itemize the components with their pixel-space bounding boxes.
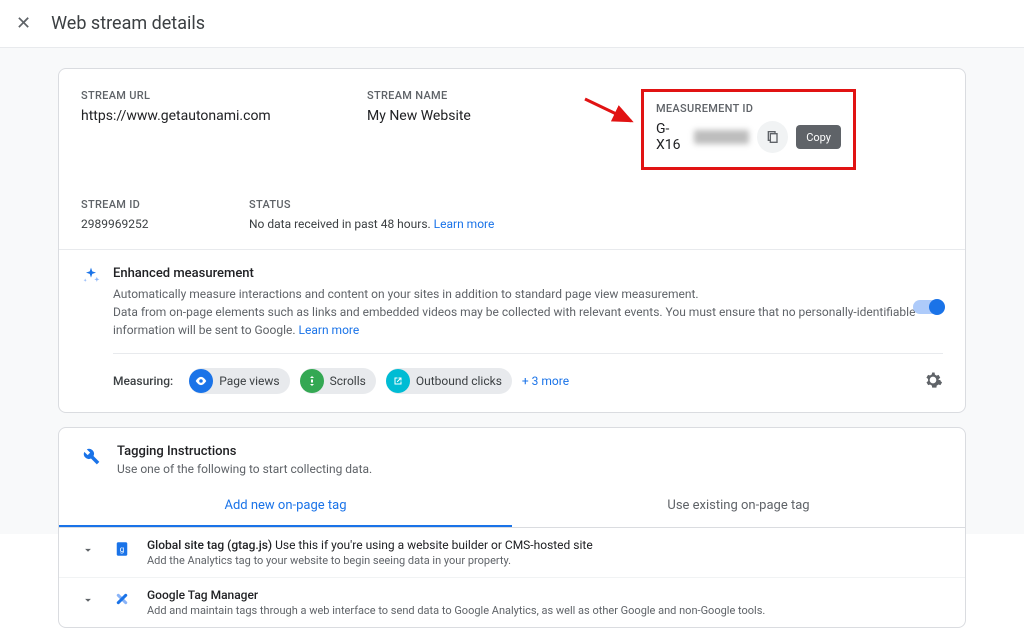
tab-use-existing[interactable]: Use existing on-page tag — [512, 486, 965, 527]
tag-item-gtag[interactable]: g Global site tag (gtag.js) Use this if … — [59, 528, 965, 578]
gear-icon[interactable] — [923, 370, 943, 394]
svg-text:g: g — [120, 545, 125, 555]
enhanced-desc-2: Data from on-page elements such as links… — [113, 305, 915, 337]
tab-add-new[interactable]: Add new on-page tag — [59, 486, 512, 527]
measuring-more-link[interactable]: + 3 more — [522, 374, 569, 388]
copy-icon-button[interactable] — [757, 121, 788, 153]
enhanced-title: Enhanced measurement — [113, 266, 943, 281]
tag-gtag-desc: Add the Analytics tag to your website to… — [147, 554, 943, 567]
chip-page-views-label: Page views — [219, 374, 279, 388]
tag-gtm-desc: Add and maintain tags through a web inte… — [147, 604, 943, 617]
gtag-icon: g — [113, 540, 133, 560]
wrench-icon — [81, 446, 101, 476]
copy-button[interactable]: Copy — [796, 125, 841, 149]
outbound-icon — [386, 369, 410, 393]
tagging-title: Tagging Instructions — [117, 444, 372, 459]
enhanced-desc-1: Automatically measure interactions and c… — [113, 287, 699, 301]
sparkle-icon — [81, 266, 101, 286]
tagging-subtitle: Use one of the following to start collec… — [117, 462, 372, 476]
measuring-row: Measuring: Page views Scrolls Outbound c… — [113, 368, 943, 394]
status-learn-more-link[interactable]: Learn more — [434, 217, 495, 231]
annotation-arrow-icon — [581, 95, 639, 131]
chevron-down-icon[interactable] — [81, 592, 95, 611]
measurement-id-value: G-X16 — [656, 121, 693, 153]
stream-id-value: 2989969252 — [81, 217, 249, 231]
gtm-icon — [113, 590, 133, 610]
enhanced-measurement-section: Enhanced measurement Automatically measu… — [59, 249, 965, 412]
tag-gtm-name: Google Tag Manager — [147, 588, 943, 602]
measuring-label: Measuring: — [113, 374, 173, 388]
scroll-icon — [300, 369, 324, 393]
status-text: No data received in past 48 hours. — [249, 217, 434, 231]
chip-outbound-label: Outbound clicks — [416, 374, 502, 388]
chip-outbound: Outbound clicks — [386, 368, 512, 394]
measurement-id-highlight-box: MEASUREMENT ID G-X16 Copy — [641, 89, 856, 170]
measurement-id-redacted — [694, 130, 749, 144]
tag-item-gtm[interactable]: Google Tag Manager Add and maintain tags… — [59, 578, 965, 627]
enhanced-learn-more-link[interactable]: Learn more — [299, 323, 360, 337]
stream-url-label: STREAM URL — [81, 89, 367, 102]
measurement-id-label: MEASUREMENT ID — [656, 102, 841, 115]
page-header: ✕ Web stream details — [0, 0, 1024, 48]
chevron-down-icon[interactable] — [81, 542, 95, 561]
status-label: STATUS — [249, 198, 943, 211]
eye-icon — [189, 369, 213, 393]
copy-icon — [765, 129, 781, 145]
tagging-tabs: Add new on-page tag Use existing on-page… — [59, 486, 965, 528]
stream-id-label: STREAM ID — [81, 198, 249, 211]
close-icon[interactable]: ✕ — [16, 13, 31, 34]
enhanced-toggle[interactable] — [913, 300, 943, 314]
content-area: STREAM URL https://www.getautonami.com S… — [0, 48, 1024, 534]
stream-details-card: STREAM URL https://www.getautonami.com S… — [58, 68, 966, 413]
chip-scrolls-label: Scrolls — [330, 374, 366, 388]
status-value: No data received in past 48 hours. Learn… — [249, 217, 943, 231]
tag-gtag-name: Global site tag (gtag.js) Use this if yo… — [147, 538, 943, 552]
chip-scrolls: Scrolls — [300, 368, 376, 394]
chip-page-views: Page views — [189, 368, 289, 394]
tagging-card: Tagging Instructions Use one of the foll… — [58, 427, 966, 628]
stream-url-value: https://www.getautonami.com — [81, 108, 367, 124]
page-title: Web stream details — [51, 13, 205, 34]
